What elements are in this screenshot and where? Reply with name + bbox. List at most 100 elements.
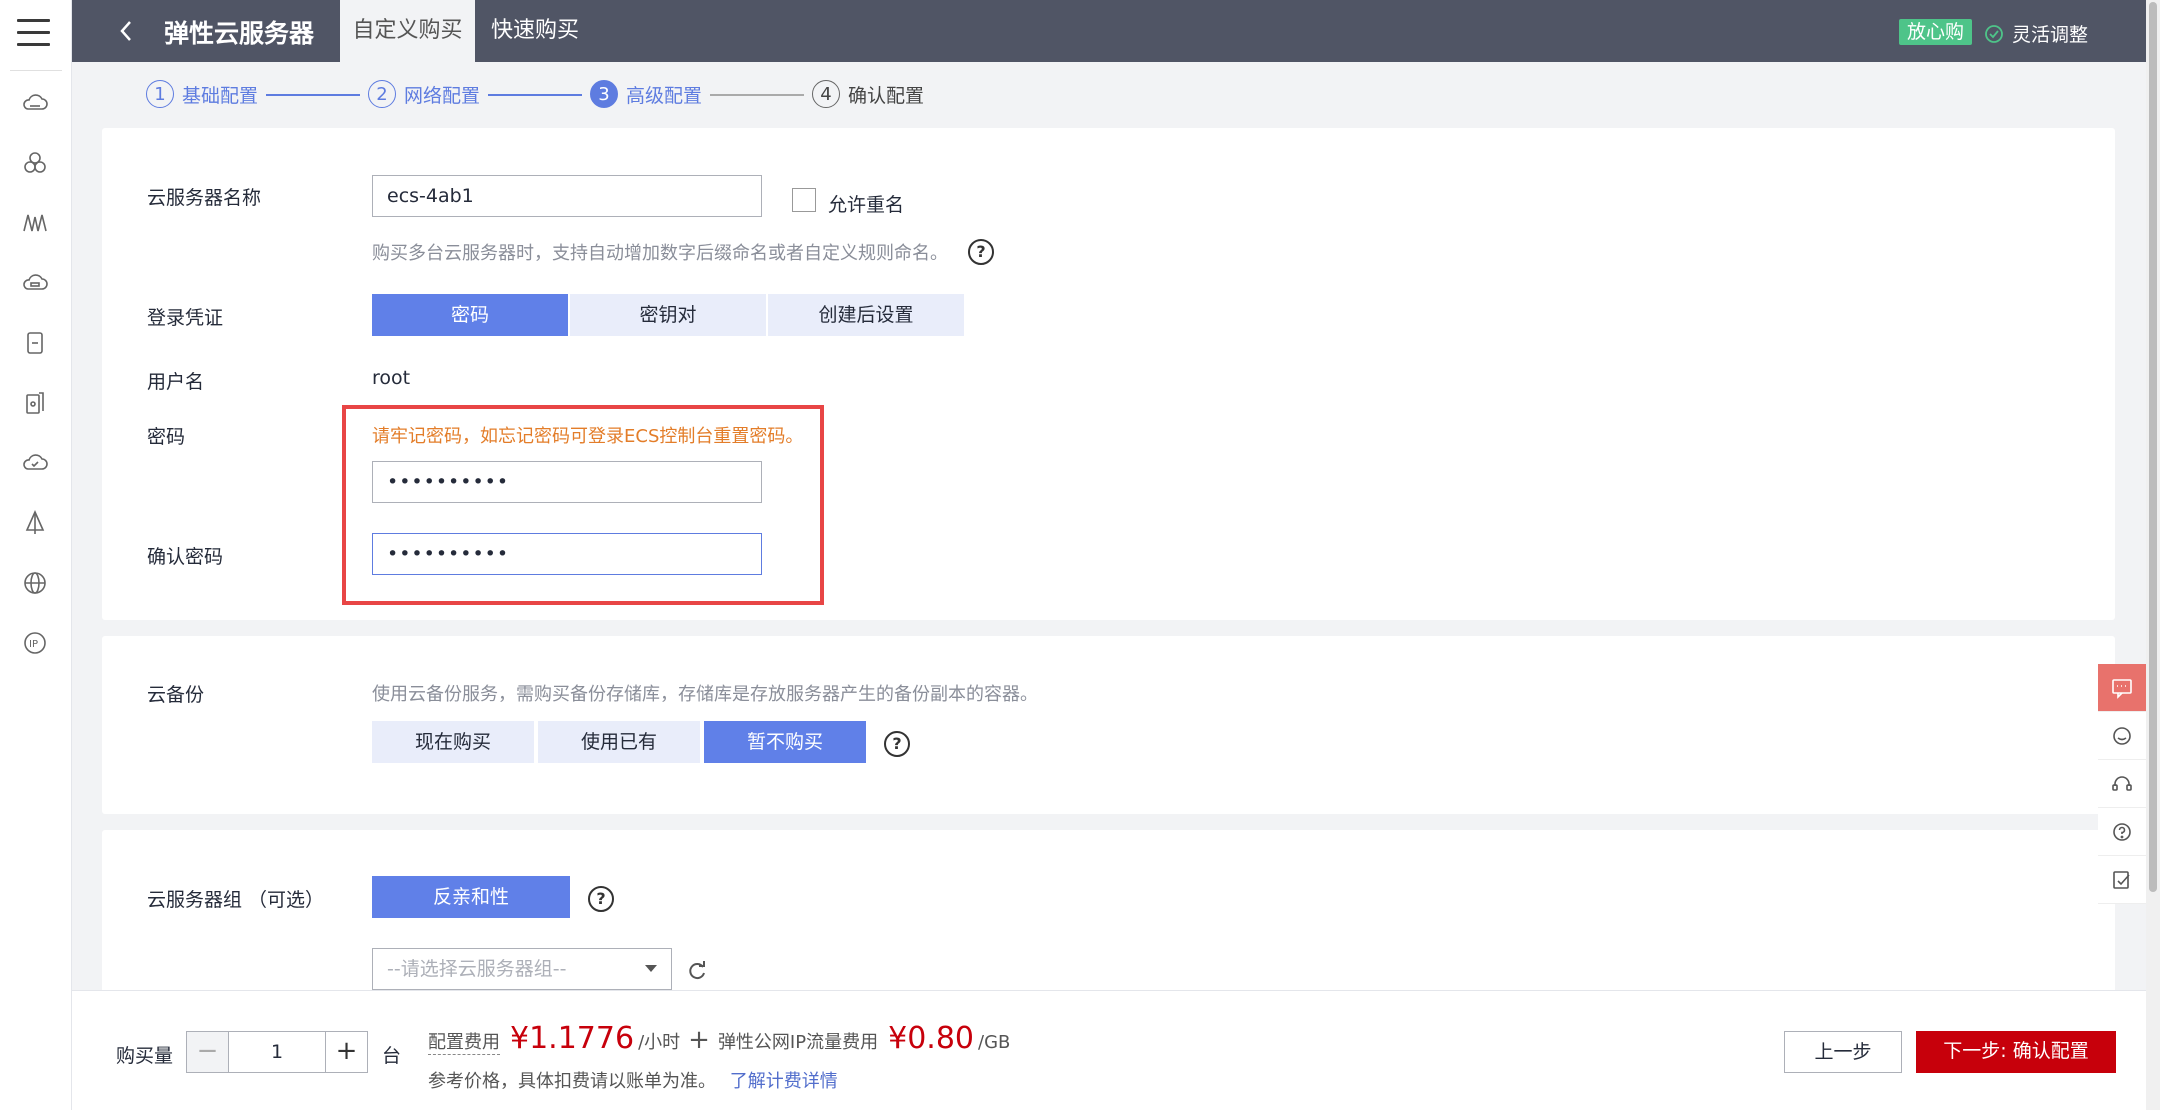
step-connector — [266, 94, 360, 96]
decrement-button[interactable]: − — [187, 1032, 229, 1072]
password-label: 密码 — [147, 426, 186, 448]
backup-icon[interactable] — [20, 388, 50, 418]
backup-option-buy[interactable]: 现在购买 — [372, 721, 534, 763]
backup-card: 云备份 使用云备份服务，需购买备份存储库，存储库是存放服务器产生的备份副本的容器… — [102, 636, 2115, 814]
step-label: 高级配置 — [626, 84, 703, 107]
scrollbar-thumb[interactable] — [2149, 2, 2157, 892]
next-step-button[interactable]: 下一步: 确认配置 — [1916, 1031, 2116, 1073]
floating-toolbar — [2098, 664, 2146, 904]
price-line: 配置费用 ¥1.1776 /小时 + 弹性公网IP流量费用 ¥0.80 /GB — [428, 1021, 1010, 1056]
anti-affinity-button[interactable]: 反亲和性 — [372, 876, 570, 918]
product-title: 弹性云服务器 — [164, 19, 315, 48]
rail-divider — [10, 70, 62, 71]
config-fee-label[interactable]: 配置费用 — [428, 1028, 500, 1055]
cluster-icon[interactable] — [20, 148, 50, 178]
page-scrollbar[interactable] — [2146, 0, 2160, 1110]
tab-quick-purchase[interactable]: 快速购买 — [475, 0, 595, 62]
step-label: 确认配置 — [848, 84, 925, 107]
prev-step-button[interactable]: 上一步 — [1784, 1031, 1902, 1073]
step-confirm[interactable]: 4 确认配置 — [812, 80, 924, 108]
step-basic[interactable]: 1 基础配置 — [146, 80, 258, 108]
server-group-card: 云服务器组 （可选） 反亲和性 ? --请选择云服务器组-- — [102, 830, 2115, 1000]
wave-icon[interactable] — [20, 208, 50, 238]
ip-icon[interactable]: IP — [20, 628, 50, 658]
headset-icon — [2112, 775, 2132, 791]
left-nav-rail: IP — [0, 0, 72, 1110]
step-connector — [710, 94, 804, 96]
login-option-keypair[interactable]: 密钥对 — [570, 294, 766, 336]
increment-button[interactable]: + — [325, 1032, 367, 1072]
select-placeholder: --请选择云服务器组-- — [387, 958, 567, 980]
cloud-check-icon[interactable] — [20, 448, 50, 478]
ip-fee-unit: /GB — [978, 1032, 1011, 1053]
login-credential-label: 登录凭证 — [147, 307, 224, 329]
storage-icon[interactable] — [20, 328, 50, 358]
quantity-stepper: − 1 + — [186, 1031, 368, 1073]
support-tool[interactable] — [2098, 760, 2146, 808]
step-label: 网络配置 — [404, 84, 481, 107]
server-group-label: 云服务器组 （可选） — [147, 889, 325, 911]
message-icon — [2112, 678, 2132, 699]
chevron-down-icon — [645, 965, 657, 972]
step-advanced[interactable]: 3 高级配置 — [590, 80, 702, 108]
top-bar: 弹性云服务器 自定义购买 快速购买 放心购 灵活调整 — [72, 0, 2146, 62]
flexible-adjust-link[interactable]: 灵活调整 — [1984, 20, 2088, 47]
step-connector — [488, 94, 582, 96]
config-fee-value: ¥1.1776 — [510, 1021, 635, 1056]
quantity-input[interactable]: 1 — [229, 1032, 325, 1072]
price-note: 参考价格，具体扣费请以账单为准。 了解计费详情 — [428, 1067, 838, 1093]
quantity-unit: 台 — [382, 1045, 402, 1067]
backup-option-none[interactable]: 暂不购买 — [704, 721, 866, 763]
username-label: 用户名 — [147, 371, 205, 393]
globe-icon[interactable] — [20, 568, 50, 598]
server-group-select[interactable]: --请选择云服务器组-- — [372, 948, 672, 990]
backup-label: 云备份 — [147, 684, 205, 706]
assistant-tool[interactable] — [2098, 712, 2146, 760]
purchase-bar: 购买量 − 1 + 台 配置费用 ¥1.1776 /小时 + 弹性公网IP流量费… — [72, 990, 2146, 1110]
password-input[interactable]: •••••••••• — [372, 461, 762, 503]
login-option-later[interactable]: 创建后设置 — [768, 294, 964, 336]
confirm-password-input[interactable]: •••••••••• — [372, 533, 762, 575]
allow-duplicate-label: 允许重名 — [828, 194, 905, 216]
backup-option-existing[interactable]: 使用已有 — [538, 721, 700, 763]
password-warning: 请牢记密码，如忘记密码可登录ECS控制台重置密码。 — [372, 426, 804, 447]
feedback-tool[interactable] — [2098, 664, 2146, 712]
assurance-badge[interactable]: 放心购 — [1899, 19, 1973, 45]
basic-settings-card: 云服务器名称 ecs-4ab1 允许重名 购买多台云服务器时，支持自动增加数字后… — [102, 128, 2115, 620]
refresh-icon[interactable] — [686, 960, 708, 982]
step-number: 2 — [368, 80, 396, 108]
flexible-adjust-label: 灵活调整 — [2012, 24, 2089, 46]
backup-hint: 使用云备份服务，需购买备份存储库，存储库是存放服务器产生的备份副本的容器。 — [372, 684, 1038, 705]
back-arrow-icon[interactable] — [114, 18, 140, 44]
cloud-server-icon[interactable] — [20, 88, 50, 118]
step-number: 4 — [812, 80, 840, 108]
allow-duplicate-checkbox[interactable] — [792, 188, 816, 212]
help-tool[interactable] — [2098, 808, 2146, 856]
survey-tool[interactable] — [2098, 856, 2146, 904]
sail-icon[interactable] — [20, 508, 50, 538]
help-icon[interactable]: ? — [968, 239, 994, 265]
edit-note-icon — [2113, 870, 2130, 889]
step-number: 1 — [146, 80, 174, 108]
step-label: 基础配置 — [182, 84, 259, 107]
check-circle-icon — [1985, 24, 2003, 43]
quantity-label: 购买量 — [116, 1045, 174, 1067]
smiley-icon — [2113, 726, 2131, 745]
confirm-password-label: 确认密码 — [147, 546, 224, 568]
question-icon — [2113, 822, 2131, 841]
login-option-password[interactable]: 密码 — [372, 294, 568, 336]
ip-fee-label: 弹性公网IP流量费用 — [717, 1032, 879, 1053]
username-value: root — [372, 367, 411, 389]
billing-details-link[interactable]: 了解计费详情 — [730, 1071, 838, 1092]
step-network[interactable]: 2 网络配置 — [368, 80, 480, 108]
plus-sign: + — [688, 1025, 710, 1055]
help-icon[interactable]: ? — [588, 886, 614, 912]
tab-custom-purchase[interactable]: 自定义购买 — [340, 0, 475, 62]
hamburger-menu-icon[interactable] — [17, 19, 50, 49]
server-name-input[interactable]: ecs-4ab1 — [372, 175, 762, 217]
cloud-disk-icon[interactable] — [20, 268, 50, 298]
server-name-label: 云服务器名称 — [147, 187, 262, 209]
price-note-text: 参考价格，具体扣费请以账单为准。 — [428, 1071, 716, 1092]
help-icon[interactable]: ? — [884, 731, 910, 757]
config-fee-unit: /小时 — [638, 1032, 681, 1053]
